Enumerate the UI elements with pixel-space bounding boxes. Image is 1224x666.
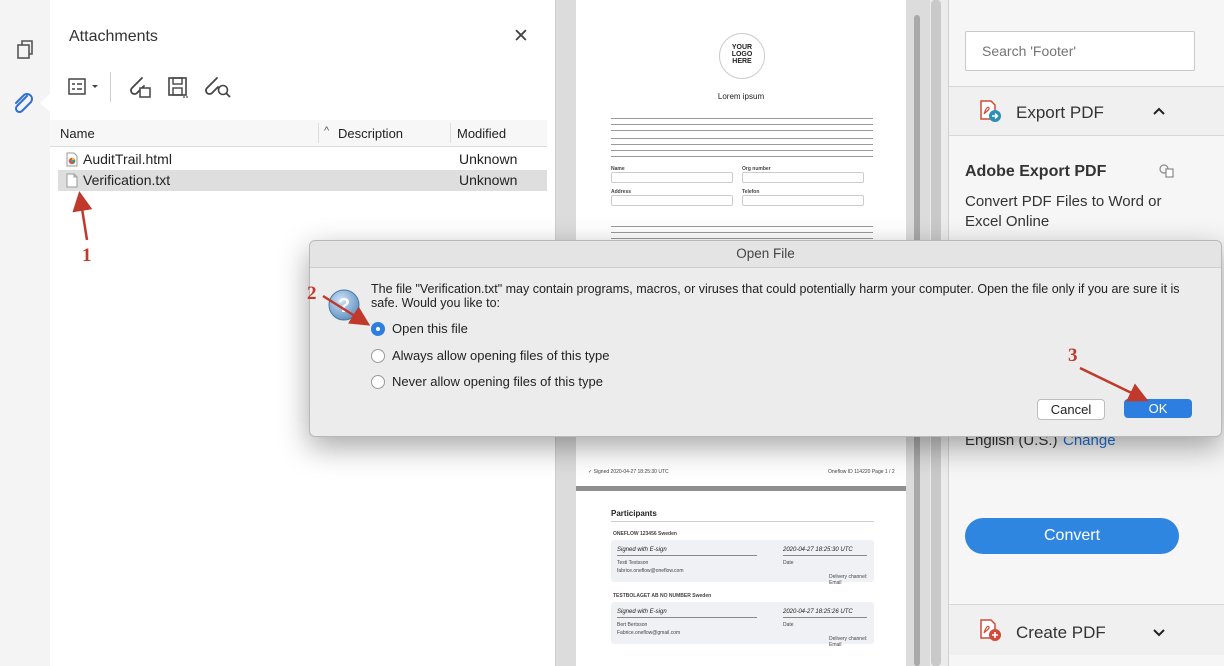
annotation-step-3: 3 <box>1068 345 1078 366</box>
arrow-to-ok-button <box>1079 366 1149 402</box>
arrow-to-verification-file <box>72 191 93 241</box>
annotation-arrows <box>72 191 1149 402</box>
annotation-step-1: 1 <box>82 245 92 266</box>
arrow-to-open-option <box>322 294 371 326</box>
annotation-step-2: 2 <box>307 283 317 304</box>
